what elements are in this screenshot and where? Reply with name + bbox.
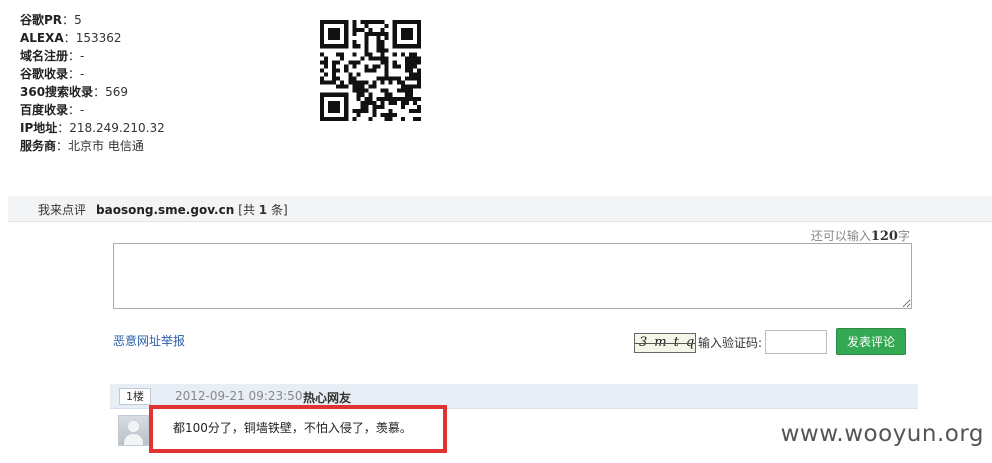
comments-header-bar: 我来点评 baosong.sme.gov.cn [共 1 条] bbox=[8, 196, 992, 222]
comments-header-prefix: 我来点评 bbox=[38, 203, 87, 217]
info-row-google-index: 谷歌收录：- bbox=[20, 67, 85, 81]
comment-timestamp: 2012-09-21 09:23:50 bbox=[175, 389, 303, 403]
avatar-body bbox=[124, 434, 143, 445]
remaining-count: 120 bbox=[870, 229, 898, 244]
info-row-domain-register: 域名注册：- bbox=[20, 49, 85, 63]
info-row-360-index: 360搜索收录：569 bbox=[20, 85, 128, 99]
info-row-alexa: ALEXA：153362 bbox=[20, 31, 122, 45]
qr-code-icon bbox=[320, 20, 421, 121]
qr-modules bbox=[320, 20, 421, 121]
info-row-baidu-index: 百度收录：- bbox=[20, 103, 85, 117]
info-row-pr: 谷歌PR：5 bbox=[20, 13, 82, 27]
comments-count-open: [共 bbox=[238, 203, 255, 217]
comment-textarea[interactable] bbox=[113, 243, 912, 309]
comment-author: 热心网友 bbox=[303, 391, 352, 405]
comment-text: 都100分了，铜墙铁壁，不怕入侵了，羡慕。 bbox=[173, 421, 412, 435]
qr-code-graphic bbox=[320, 20, 421, 121]
user-avatar-icon bbox=[118, 415, 149, 446]
report-malicious-url-link[interactable]: 恶意网址举报 bbox=[113, 332, 185, 349]
captcha-label: 输入验证码: bbox=[698, 336, 763, 350]
watermark: www.wooyun.org bbox=[780, 421, 984, 447]
submit-comment-button[interactable]: 发表评论 bbox=[836, 328, 906, 355]
captcha-image[interactable]: 3mtq bbox=[634, 333, 696, 353]
captcha-noise-line bbox=[635, 343, 695, 344]
site-info: 谷歌PR：5 ALEXA：153362 域名注册：- 谷歌收录：- 360搜索收… bbox=[20, 11, 165, 155]
comment-floor-badge: 1楼 bbox=[119, 388, 151, 405]
comments-count: 1 bbox=[258, 203, 268, 217]
avatar-head bbox=[128, 421, 139, 432]
captcha-input[interactable] bbox=[765, 330, 827, 354]
comments-count-close: 条] bbox=[270, 203, 288, 217]
highlighted-comment-box: 都100分了，铜墙铁壁，不怕入侵了，羡慕。 bbox=[149, 405, 447, 453]
info-row-ip: IP地址：218.249.210.32 bbox=[20, 121, 165, 135]
comments-header-text: 我来点评 baosong.sme.gov.cn [共 1 条] bbox=[38, 201, 288, 218]
remaining-chars: 还可以输入120字 bbox=[810, 229, 910, 244]
info-row-isp: 服务商：北京市 电信通 bbox=[20, 139, 144, 153]
comments-header-domain: baosong.sme.gov.cn bbox=[96, 203, 235, 217]
